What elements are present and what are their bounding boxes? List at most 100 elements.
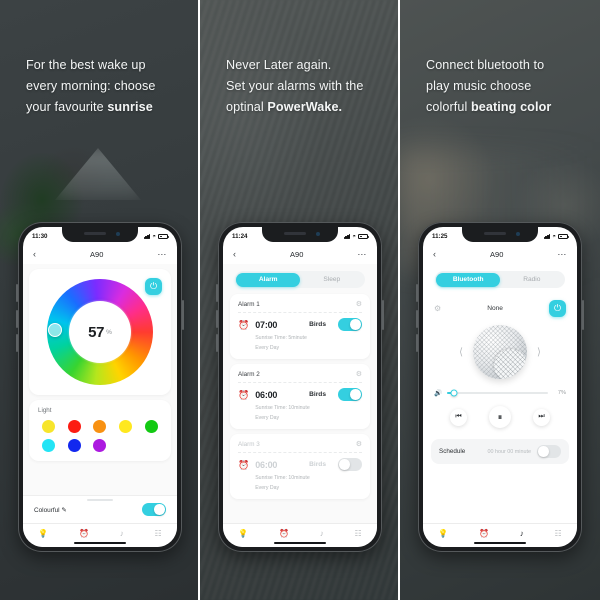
headline-line-3-bold: PowerWake. <box>267 100 343 114</box>
alarm-card-header: Alarm 2 ⚙ <box>238 370 362 383</box>
tab-apps[interactable]: ☷ <box>554 530 561 538</box>
segment-sleep[interactable]: Sleep <box>300 273 364 287</box>
schedule-row[interactable]: Schedule 00 hour 00 minute <box>431 439 569 464</box>
alarm-toggle[interactable] <box>338 388 362 401</box>
headline-line-3: your favourite sunrise <box>26 97 184 118</box>
pause-icon[interactable]: ⏸ <box>489 406 511 428</box>
color-swatch[interactable] <box>145 420 159 433</box>
status-bar: 11:24 ◓ <box>223 227 377 244</box>
color-swatch[interactable] <box>67 420 81 433</box>
page-title: A90 <box>290 249 304 259</box>
headline-line-3: optinal PowerWake. <box>226 97 384 118</box>
color-swatch[interactable] <box>67 439 81 452</box>
tab-alarm[interactable]: ⏰ <box>479 530 489 538</box>
gear-icon[interactable]: ⚙ <box>356 370 362 378</box>
panel-sunrise: For the best wake up every morning: choo… <box>0 0 200 600</box>
segment-alarm[interactable]: Alarm <box>236 272 300 287</box>
color-swatch[interactable] <box>119 420 133 433</box>
alarm-toggle[interactable] <box>338 458 362 471</box>
headline-line-2: play music choose <box>426 79 532 93</box>
pencil-icon[interactable]: ✎ <box>61 507 66 514</box>
gear-icon[interactable]: ⚙ <box>356 300 362 308</box>
phone-mockup-2: 11:24 ◓ ‹ A90 ⋯ Alarm Sleep Alarm 1 ⚙ ⏰ … <box>216 222 384 552</box>
light-presets-card: Light <box>29 400 171 461</box>
app-navbar: ‹ A90 ⋯ <box>423 244 577 264</box>
phone-mockup-1: 11:30 ◓ ‹ A90 ⋯ ⏻ 57 % Light Colourful ✎… <box>16 222 184 552</box>
tab-light[interactable]: 💡 <box>438 530 448 538</box>
color-swatch[interactable] <box>41 420 55 433</box>
back-button[interactable]: ‹ <box>433 249 436 259</box>
alarm-toggle[interactable] <box>338 318 362 331</box>
brightness-value: 57 <box>88 323 105 341</box>
back-button[interactable]: ‹ <box>233 249 236 259</box>
color-swatch[interactable] <box>93 439 107 452</box>
schedule-value: 00 hour 00 minute <box>487 448 531 455</box>
headline-3: Connect bluetooth to play music choose c… <box>426 55 586 118</box>
tab-alarm[interactable]: ⏰ <box>279 530 289 538</box>
colourful-toggle[interactable] <box>142 503 166 516</box>
phone-screen-1: 11:30 ◓ ‹ A90 ⋯ ⏻ 57 % Light Colourful ✎… <box>23 227 177 547</box>
tab-music[interactable]: ♪ <box>120 530 124 538</box>
alarm-card[interactable]: Alarm 1 ⚙ ⏰ 07:00 Birds Sunrise Time: 5m… <box>230 294 370 359</box>
headline-1: For the best wake up every morning: choo… <box>26 55 184 118</box>
status-bar: 11:30 ◓ <box>23 227 177 244</box>
headline-line-3-plain: optinal <box>226 100 268 114</box>
alarm-sunrise: Sunrise Time: 5minute <box>255 334 307 341</box>
alarm-bell-icon: ⏰ <box>238 390 250 400</box>
more-dots-icon[interactable]: ⋯ <box>357 249 367 260</box>
tab-light[interactable]: 💡 <box>238 530 248 538</box>
tab-alarm[interactable]: ⏰ <box>79 530 89 538</box>
phone-screen-3: 11:25 ◓ ‹ A90 ⋯ Bluetooth Radio ⚙ None ⏻… <box>423 227 577 547</box>
color-wheel[interactable]: 57 % <box>47 279 153 385</box>
power-icon[interactable]: ⏻ <box>549 300 566 317</box>
headline-line-2: every morning: choose <box>26 79 156 93</box>
signal-bars-icon <box>543 234 551 239</box>
wifi-icon: ◓ <box>552 233 556 240</box>
more-dots-icon[interactable]: ⋯ <box>157 249 167 260</box>
panel-bluetooth: Connect bluetooth to play music choose c… <box>400 0 600 600</box>
back-button[interactable]: ‹ <box>33 249 36 259</box>
volume-slider-knob[interactable] <box>450 389 458 397</box>
headline-line-3: colorful beating color <box>426 97 586 118</box>
gear-icon[interactable]: ⚙ <box>356 440 362 448</box>
tab-apps[interactable]: ☷ <box>354 530 361 538</box>
more-dots-icon[interactable]: ⋯ <box>557 249 567 260</box>
gear-icon[interactable]: ⚙ <box>434 304 441 313</box>
color-wheel-handle[interactable] <box>48 323 62 337</box>
alarm-sound: Birds <box>309 461 326 468</box>
carousel-prev-icon[interactable]: ⟨ <box>459 347 463 358</box>
alarm-repeat: Every Day <box>255 485 280 491</box>
headline-line-1: Connect bluetooth to <box>426 58 545 72</box>
product-carousel: ⟨ ⟩ <box>423 319 577 385</box>
alarm-card[interactable]: Alarm 2 ⚙ ⏰ 06:00 Birds Sunrise Time: 10… <box>230 364 370 429</box>
alarm-title: Alarm 3 <box>238 440 260 448</box>
tab-apps[interactable]: ☷ <box>154 530 161 538</box>
promo-banner: For the best wake up every morning: choo… <box>0 0 600 600</box>
wifi-icon: ◓ <box>152 233 156 240</box>
colourful-mode-row[interactable]: Colourful ✎ <box>23 495 177 523</box>
segment-radio[interactable]: Radio <box>500 273 564 287</box>
alarm-time: 06:00 <box>255 459 278 470</box>
alarm-bell-icon: ⏰ <box>238 320 250 330</box>
schedule-toggle[interactable] <box>537 445 561 458</box>
headline-line-3-bold: beating color <box>471 100 552 114</box>
signal-bars-icon <box>343 234 351 239</box>
volume-icon: 🔊 <box>434 390 443 397</box>
alarm-sleep-segmented-control: Alarm Sleep <box>235 271 365 288</box>
skip-back-icon[interactable]: ⏮ <box>450 408 467 426</box>
alarm-repeat: Every Day <box>255 345 280 351</box>
tab-music[interactable]: ♪ <box>320 530 324 538</box>
phone-body-1: ⏻ 57 % Light Colourful ✎ <box>23 264 177 523</box>
skip-forward-icon[interactable]: ⏭ <box>533 408 550 426</box>
volume-slider[interactable] <box>447 389 548 397</box>
alarm-card[interactable]: Alarm 3 ⚙ ⏰ 06:00 Birds Sunrise Time: 10… <box>230 434 370 499</box>
color-swatch[interactable] <box>41 439 55 452</box>
tab-music[interactable]: ♪ <box>520 530 524 538</box>
alarm-title: Alarm 1 <box>238 300 260 308</box>
segment-bluetooth[interactable]: Bluetooth <box>436 272 500 287</box>
home-indicator <box>274 541 326 544</box>
carousel-next-icon[interactable]: ⟩ <box>537 347 541 358</box>
tab-light[interactable]: 💡 <box>38 530 48 538</box>
color-swatch[interactable] <box>93 420 107 433</box>
panel-alarms: Never Later again. Set your alarms with … <box>200 0 400 600</box>
